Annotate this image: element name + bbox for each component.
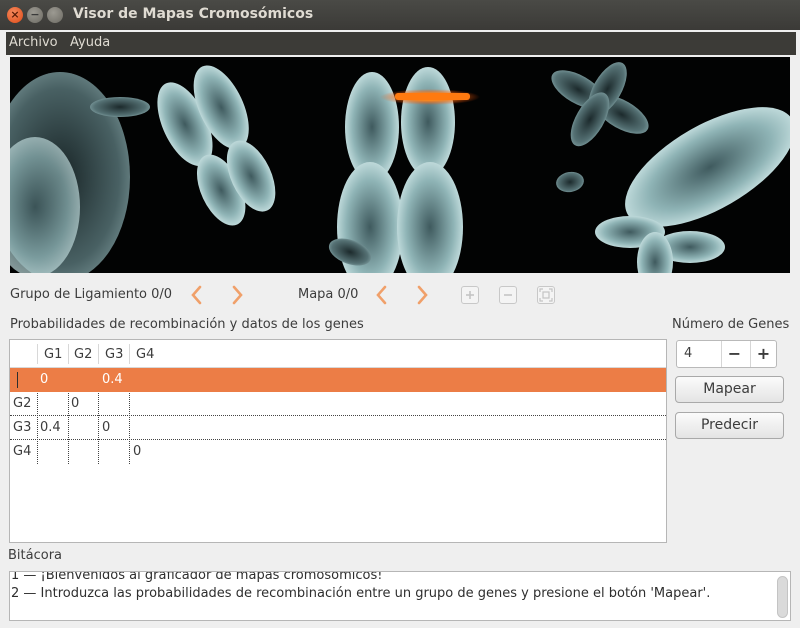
- table-cell[interactable]: 0: [40, 372, 48, 387]
- prev-group-icon[interactable]: [186, 283, 208, 307]
- recombination-table[interactable]: G1 G2 G3 G4 0 0.4 G2 0 G3 0.4 0 G4 0: [9, 339, 667, 543]
- genes-count-label: Número de Genes: [672, 317, 790, 332]
- zoom-in-icon: [466, 291, 474, 299]
- zoom-fit-icon: [539, 288, 553, 302]
- zoom-out-icon: [504, 294, 512, 296]
- header-separator: [129, 344, 130, 364]
- zoom-out-button[interactable]: [499, 286, 517, 304]
- log-scrollbar[interactable]: [777, 576, 788, 618]
- chromosome-image: [10, 57, 790, 273]
- window-title: Visor de Mapas Cromosómicos: [73, 6, 314, 22]
- next-map-icon[interactable]: [411, 283, 433, 307]
- predict-button[interactable]: Predecir: [675, 412, 784, 439]
- genes-count-value[interactable]: 4: [684, 346, 692, 361]
- row-header: G3: [13, 420, 32, 435]
- text-cursor: [17, 372, 18, 388]
- table-row[interactable]: G2 0: [10, 392, 666, 416]
- header-separator: [68, 344, 69, 364]
- column-header-g1[interactable]: G1: [44, 347, 62, 362]
- log-panel[interactable]: 1 — ¡Bienvenidos al graficador de mapas …: [9, 571, 791, 621]
- menubar: Archivo Ayuda: [6, 32, 796, 55]
- header-separator: [37, 344, 38, 364]
- table-row[interactable]: G3 0.4 0: [10, 416, 666, 440]
- row-header: G4: [13, 444, 32, 459]
- table-row[interactable]: G4 0: [10, 440, 666, 464]
- prev-map-icon[interactable]: [371, 283, 393, 307]
- menu-ayuda[interactable]: Ayuda: [70, 35, 110, 50]
- table-title: Probabilidades de recombinación y datos …: [10, 317, 364, 332]
- table-cell[interactable]: 0.4: [40, 420, 61, 435]
- minimize-icon[interactable]: −: [27, 7, 43, 23]
- header-separator: [98, 344, 99, 364]
- column-header-g3[interactable]: G3: [105, 347, 123, 362]
- column-header-g2[interactable]: G2: [74, 347, 92, 362]
- window-titlebar: × − Visor de Mapas Cromosómicos: [0, 0, 800, 30]
- linkage-group-label: Grupo de Ligamiento 0/0: [10, 287, 173, 302]
- log-line: 2 — Introduzca las probabilidades de rec…: [11, 586, 711, 601]
- table-cell[interactable]: 0: [102, 420, 110, 435]
- table-row-selected[interactable]: 0 0.4: [10, 368, 666, 392]
- table-cell[interactable]: 0: [133, 444, 141, 459]
- next-group-icon[interactable]: [226, 283, 248, 307]
- map-button[interactable]: Mapear: [675, 376, 784, 403]
- decrement-button[interactable]: −: [721, 341, 747, 367]
- close-icon[interactable]: ×: [7, 7, 23, 23]
- column-header-g4[interactable]: G4: [136, 347, 154, 362]
- zoom-fit-button[interactable]: [537, 286, 555, 304]
- map-label: Mapa 0/0: [298, 287, 359, 302]
- log-line: 1 — ¡Bienvenidos al graficador de mapas …: [11, 571, 383, 583]
- menu-archivo[interactable]: Archivo: [9, 35, 58, 50]
- increment-button[interactable]: +: [750, 341, 776, 367]
- table-cell[interactable]: 0.4: [102, 372, 123, 387]
- table-cell[interactable]: 0: [71, 396, 79, 411]
- log-title: Bitácora: [8, 548, 63, 563]
- genes-count-stepper[interactable]: 4 − +: [676, 340, 777, 368]
- row-header: G2: [13, 396, 32, 411]
- maximize-icon[interactable]: [47, 7, 63, 23]
- table-header: G1 G2 G3 G4: [10, 340, 666, 368]
- zoom-in-button[interactable]: [461, 286, 479, 304]
- chromosome-banner-image: [10, 57, 790, 273]
